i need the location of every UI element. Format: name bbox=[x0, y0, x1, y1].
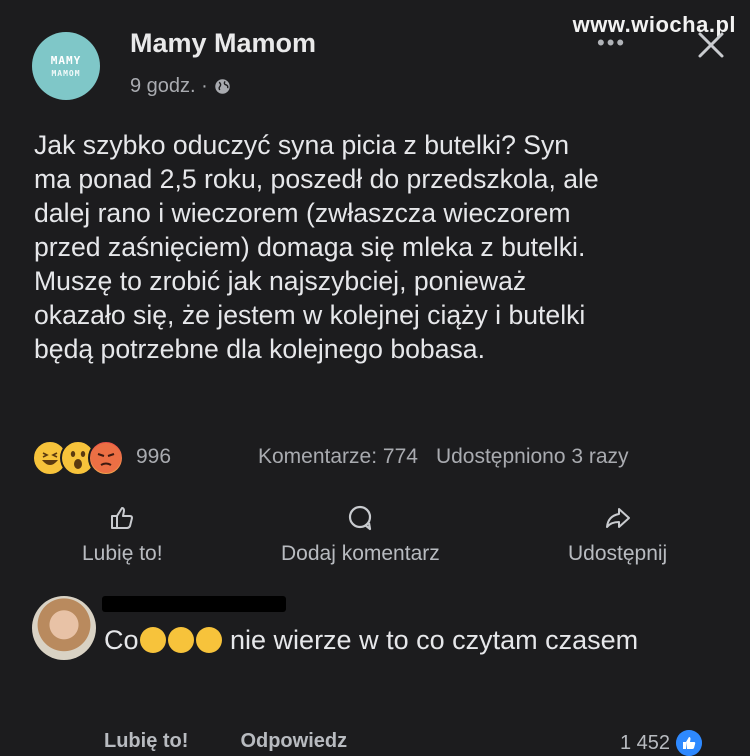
post-meta: 9 godz. · bbox=[130, 75, 231, 98]
comment-like-count: 1 452 bbox=[620, 731, 671, 754]
commenter-name-redacted bbox=[102, 596, 286, 612]
commenter-avatar[interactable] bbox=[32, 596, 96, 660]
reaction-count[interactable]: 996 bbox=[136, 445, 171, 469]
like-button[interactable]: Lubię to! bbox=[82, 504, 163, 566]
like-label: Lubię to! bbox=[82, 542, 163, 565]
share-icon bbox=[605, 508, 630, 528]
more-icon[interactable]: ••• bbox=[597, 30, 626, 56]
close-icon[interactable] bbox=[694, 28, 728, 62]
comment-actions: Lubię to! Odpowiedz bbox=[104, 730, 347, 753]
shares-count[interactable]: Udostępniono 3 razy bbox=[436, 445, 629, 468]
angry-icon bbox=[88, 440, 124, 476]
like-badge-icon bbox=[676, 730, 703, 756]
laughing-emoji-icon bbox=[139, 627, 166, 653]
page-name[interactable]: Mamy Mamom bbox=[130, 28, 316, 59]
laughing-emoji-icon bbox=[195, 627, 222, 653]
post-counts: Komentarze: 774 Udostępniono 3 razy bbox=[258, 445, 647, 469]
like-icon bbox=[111, 507, 134, 529]
comment-text: Co nie wierze w to co czytam czasem bbox=[104, 620, 704, 660]
share-label: Udostępnij bbox=[568, 542, 668, 565]
comment-label: Dodaj komentarz bbox=[281, 542, 440, 565]
page-avatar[interactable]: MAMY MAMOM bbox=[32, 32, 100, 100]
avatar-text-1: MAMY bbox=[50, 53, 82, 67]
post-text: Jak szybko oduczyć syna picia z butelki?… bbox=[34, 130, 599, 364]
comment-likes[interactable]: 1 452 bbox=[620, 730, 703, 756]
reaction-icons[interactable] bbox=[32, 440, 124, 476]
comment-icon bbox=[349, 505, 372, 531]
comment-reply-button[interactable]: Odpowiedz bbox=[240, 730, 347, 753]
globe-icon bbox=[215, 79, 230, 94]
post-time[interactable]: 9 godz. · bbox=[130, 75, 208, 98]
comment-like-button[interactable]: Lubię to! bbox=[104, 730, 188, 753]
avatar-text-2: MAMOM bbox=[51, 68, 81, 78]
laughing-emoji-icon bbox=[167, 627, 194, 653]
comment-button[interactable]: Dodaj komentarz bbox=[281, 504, 440, 566]
comment-text-suffix: nie wierze w to co czytam czasem bbox=[222, 625, 639, 655]
comment-text-prefix: Co bbox=[104, 625, 139, 655]
comments-count[interactable]: Komentarze: 774 bbox=[258, 445, 418, 468]
share-button[interactable]: Udostępnij bbox=[568, 504, 667, 566]
